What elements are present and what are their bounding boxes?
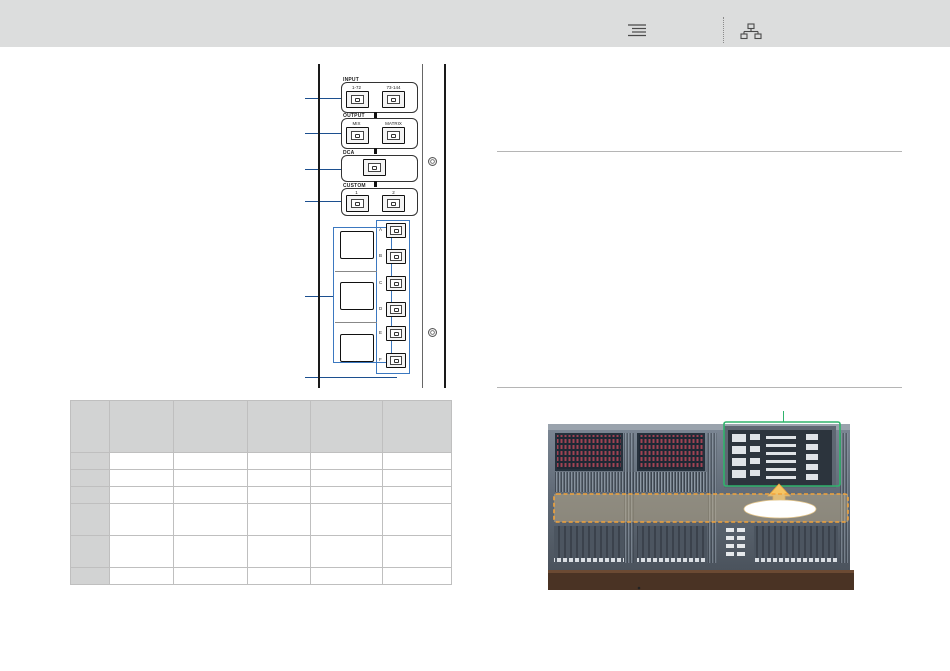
bank-assignment-table	[70, 400, 452, 585]
output-key-2-label: MATRIX	[385, 121, 402, 126]
toc-list-icon[interactable]	[626, 23, 648, 39]
bank-label-a: A	[379, 227, 383, 232]
bank-a-key[interactable]	[386, 223, 406, 238]
bank-d-key[interactable]	[386, 302, 406, 317]
bank-label-c: C	[379, 280, 383, 285]
bank-label-f: F	[379, 357, 382, 362]
bank-display-1	[340, 231, 374, 259]
key-led	[355, 133, 360, 138]
input-key-2-label: 73-144	[386, 85, 401, 90]
bank-divider-1	[335, 271, 377, 272]
bank-b-key[interactable]	[386, 249, 406, 264]
panel-screw-bottom	[428, 328, 437, 337]
console-illustration	[544, 420, 854, 590]
table-header-cell	[247, 400, 311, 453]
input-73-144-key[interactable]	[382, 91, 405, 108]
key-led	[355, 97, 360, 102]
top-toolbar	[0, 0, 950, 47]
table-header-cell	[382, 400, 452, 453]
panel-screw-top	[428, 157, 437, 166]
section-divider-2	[497, 387, 902, 388]
output-mix-key[interactable]	[346, 127, 369, 144]
key-led	[393, 228, 399, 233]
table-row	[70, 535, 452, 568]
input-1-72-key[interactable]	[346, 91, 369, 108]
key-led	[393, 331, 399, 336]
table-row	[70, 452, 452, 470]
panel-left-edge	[318, 64, 320, 388]
key-led	[393, 307, 399, 312]
table-row	[70, 567, 452, 585]
table-header-cell	[70, 400, 110, 453]
input-key-1-label: 1-72	[351, 85, 361, 90]
table-header-row	[70, 400, 452, 453]
bank-c-key[interactable]	[386, 276, 406, 291]
bank-display-2	[340, 282, 374, 310]
custom-1-key[interactable]	[346, 195, 369, 212]
table-row	[70, 503, 452, 536]
bank-label-d: D	[379, 306, 383, 311]
bank-f-key[interactable]	[386, 353, 406, 368]
dca-key[interactable]	[363, 159, 386, 176]
key-led	[393, 358, 399, 363]
key-led	[393, 254, 399, 259]
panel-right-edge	[444, 64, 446, 388]
group-connector	[374, 148, 377, 154]
bank-select-panel: INPUT 1-72 73-144 OUTPUT MIX MATRIX DCA …	[318, 64, 450, 388]
custom-2-key[interactable]	[382, 195, 405, 212]
console-drawing	[548, 421, 854, 590]
key-led	[391, 97, 396, 102]
key-led	[372, 165, 377, 170]
key-led	[393, 281, 399, 286]
toolbar-divider	[723, 17, 724, 43]
bank-label-e: E	[379, 330, 383, 335]
panel-inner-edge	[422, 64, 423, 388]
key-led	[391, 133, 396, 138]
output-matrix-key[interactable]	[382, 127, 405, 144]
table-header-cell	[109, 400, 174, 453]
bank-label-b: B	[379, 253, 383, 258]
group-connector	[374, 181, 377, 187]
key-led	[355, 201, 360, 206]
table-header-cell	[310, 400, 383, 453]
table-row	[70, 469, 452, 487]
key-led	[391, 201, 396, 206]
table-row	[70, 486, 452, 504]
bank-bracket-inner	[376, 220, 410, 374]
output-key-1-label: MIX	[352, 121, 361, 126]
bank-divider-2	[335, 322, 377, 323]
bank-display-3	[340, 334, 374, 362]
bank-e-key[interactable]	[386, 326, 406, 341]
table-header-cell	[173, 400, 248, 453]
section-divider-1	[497, 151, 902, 152]
sitemap-icon[interactable]	[740, 23, 762, 41]
